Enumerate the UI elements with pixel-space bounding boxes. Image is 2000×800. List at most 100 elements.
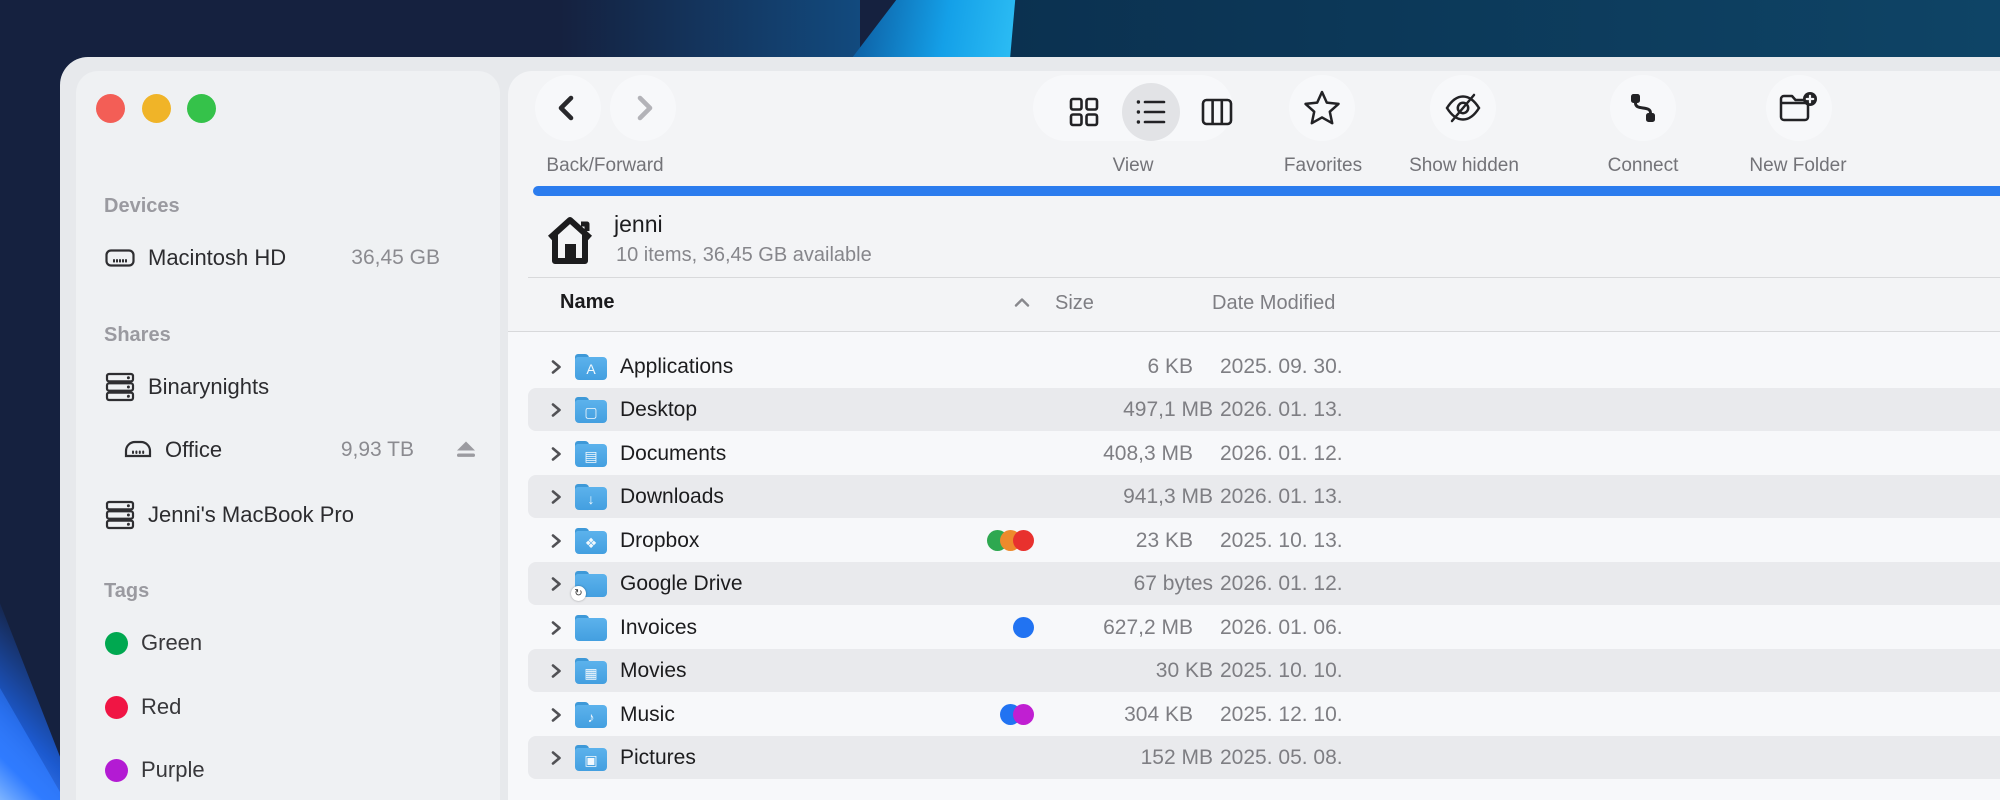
new-folder-button[interactable] [1766,75,1832,141]
disclosure-chevron-icon[interactable] [550,620,562,636]
table-row[interactable]: ▦ Movies 30 KB 2025. 10. 10. [528,649,2000,692]
show-hidden-button[interactable] [1430,75,1496,141]
forward-button[interactable] [610,75,676,141]
sidebar-item-jennis-macbook-pro[interactable]: Jenni's MacBook Pro [76,493,500,537]
file-size: 6 KB [1147,355,1193,378]
connect-button[interactable] [1610,75,1676,141]
current-folder-title: jenni [614,211,663,237]
back-button[interactable] [535,75,601,141]
close-button[interactable] [96,94,125,123]
column-header-name[interactable]: Name [560,291,614,314]
file-name: Movies [620,659,687,682]
file-list: A Applications 6 KB 2025. 09. 30. ▢ Desk… [508,332,2000,800]
file-size: 408,3 MB [1103,442,1193,465]
star-icon [1302,89,1342,127]
list-view-icon [1135,97,1167,127]
server-icon [105,500,135,530]
column-view-icon [1201,98,1233,126]
connect-icon [1626,91,1660,125]
disclosure-chevron-icon[interactable] [550,533,562,549]
sidebar-item-office[interactable]: Office 9,93 TB [76,428,500,472]
folder-icon: ♪ [575,702,607,728]
sidebar-item-capacity: 36,45 GB [351,246,440,269]
disclosure-chevron-icon[interactable] [550,402,562,418]
file-name: Documents [620,442,727,465]
favorites-button[interactable] [1289,75,1355,141]
column-view-button[interactable] [1188,83,1246,141]
list-view-button[interactable] [1122,83,1180,141]
tags-section-label: Tags [104,580,150,602]
folder-icon-with-sync-badge: ↻ [571,571,607,601]
disclosure-chevron-icon[interactable] [550,359,562,375]
file-date: 2025. 05. 08. [1220,746,1343,769]
sidebar-item-label: Jenni's MacBook Pro [148,502,354,527]
file-date: 2026. 01. 12. [1220,442,1343,465]
table-row[interactable]: ↓ Downloads 941,3 MB 2026. 01. 13. [528,475,2000,518]
file-name: Google Drive [620,572,743,595]
minimize-button[interactable] [142,94,171,123]
sidebar-tag-purple[interactable]: Purple [76,748,500,792]
file-name: Desktop [620,398,698,421]
disclosure-chevron-icon[interactable] [550,489,562,505]
tag-dot [1013,530,1034,551]
table-row[interactable]: ♪ Music 304 KB 2025. 12. 10. [508,693,2000,736]
file-name: Invoices [620,616,698,639]
folder-icon: ❖ [575,528,607,554]
zoom-button[interactable] [187,94,216,123]
icon-view-button[interactable] [1055,83,1113,141]
table-row[interactable]: A Applications 6 KB 2025. 09. 30. [508,345,2000,388]
eject-icon[interactable] [455,439,477,461]
table-row[interactable]: ▤ Documents 408,3 MB 2026. 01. 12. [508,432,2000,475]
file-size: 152 MB [1140,746,1213,769]
content-pane: Back/Forward View Favorites Show hidden … [508,71,2000,800]
sidebar-item-binarynights[interactable]: Binarynights [76,365,500,409]
table-row[interactable]: Invoices 627,2 MB 2026. 01. 06. [508,606,2000,649]
tag-dots [954,617,1034,638]
file-date: 2026. 01. 13. [1220,398,1343,421]
folder-status-text: 10 items, 36,45 GB available [616,244,872,266]
sidebar-item-macintosh-hd[interactable]: Macintosh HD 36,45 GB [76,236,500,280]
wallpaper-light-band [852,0,1016,58]
table-row[interactable]: ▣ Pictures 152 MB 2025. 05. 08. [528,736,2000,779]
disclosure-chevron-icon[interactable] [550,707,562,723]
folder-icon: A [575,354,607,380]
file-date: 2025. 10. 10. [1220,659,1343,682]
disclosure-chevron-icon[interactable] [550,750,562,766]
file-date: 2025. 09. 30. [1220,355,1343,378]
folder-icon: ▦ [575,658,607,684]
file-name: Downloads [620,485,724,508]
eye-slash-icon [1443,90,1483,126]
tag-dot [1013,704,1034,725]
sidebar-item-capacity: 9,93 TB [340,438,414,461]
disclosure-chevron-icon[interactable] [550,576,562,592]
purple-tag-icon [105,759,128,782]
disclosure-chevron-icon[interactable] [550,446,562,462]
home-icon[interactable] [543,212,597,268]
file-name: Pictures [620,746,696,769]
sort-ascending-icon [1013,297,1031,308]
sidebar-tag-green[interactable]: Green [76,621,500,665]
disclosure-chevron-icon[interactable] [550,663,562,679]
sync-badge-icon: ↻ [571,586,586,601]
back-forward-label: Back/Forward [546,155,664,176]
column-header-size[interactable]: Size [1055,292,1094,315]
view-label: View [1112,155,1154,176]
folder-icon: ▢ [575,397,607,423]
header-divider [528,277,2000,278]
file-size: 304 KB [1124,703,1193,726]
column-header-date-modified[interactable]: Date Modified [1212,292,1335,315]
table-row[interactable]: ↻ Google Drive 67 bytes 2026. 01. 12. [528,562,2000,605]
green-tag-icon [105,632,128,655]
file-manager-window: Devices Macintosh HD 36,45 GB Shares Bin… [60,57,2000,800]
wallpaper-fade [560,0,860,58]
accent-progress-bar [533,186,2000,196]
table-row[interactable]: ❖ Dropbox 23 KB 2025. 10. 13. [508,519,2000,562]
file-name: Applications [620,355,734,378]
internal-drive-icon [105,243,135,273]
file-date: 2026. 01. 13. [1220,485,1343,508]
grid-view-icon [1069,97,1099,127]
sidebar-tag-red[interactable]: Red [76,685,500,729]
table-row[interactable]: ▢ Desktop 497,1 MB 2026. 01. 13. [528,388,2000,431]
file-size: 941,3 MB [1123,485,1213,508]
file-size: 627,2 MB [1103,616,1193,639]
